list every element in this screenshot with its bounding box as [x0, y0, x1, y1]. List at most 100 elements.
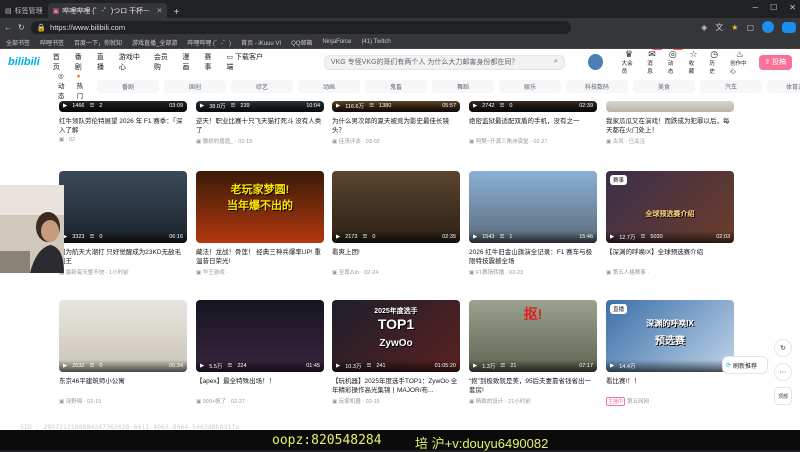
- category-dynamic[interactable]: ◎ 动态: [58, 72, 65, 100]
- video-meta[interactable]: ▣ · 02: [59, 137, 187, 143]
- header-icon-2[interactable]: ◎动态99+: [668, 49, 684, 75]
- header-icon-0[interactable]: ♛ 大会员: [622, 49, 637, 75]
- video-meta[interactable]: ▣ 玩家机器 · 02-15: [332, 397, 460, 405]
- header-icon-5[interactable]: ♨ 创作中心: [730, 49, 749, 75]
- video-thumbnail[interactable]: ▶ 1543 ☰ 1 15:46: [469, 171, 597, 243]
- header-icon-1[interactable]: ✉消息99+: [647, 49, 663, 75]
- video-card[interactable]: ▶ 10.3万 ☰ 241 01:05:20 2025年度选手 TOP1 ZywOo 【玩机器】…: [332, 300, 460, 405]
- video-thumbnail[interactable]: ▶ 10.3万 ☰ 241 01:05:20 2025年度选手 TOP1 ZywOo: [332, 300, 460, 372]
- extension-icon[interactable]: ◈: [701, 23, 707, 32]
- header-icon-3[interactable]: ☆ 收藏: [689, 49, 699, 75]
- category-chip[interactable]: 舞蹈: [432, 79, 494, 93]
- video-meta[interactable]: ▣ 撒娇的盾盾_ · 02-15: [196, 137, 324, 145]
- video-meta[interactable]: ▣ 古风 · 已关注: [606, 137, 734, 145]
- video-card[interactable]: ▶ 1.3万 ☰ 21 07:17 抠! “抠”到极致就是美，95后夫妻靠省钱省出一套房! ▣…: [469, 300, 597, 405]
- upload-button[interactable]: ⇪ 投稿: [758, 54, 792, 70]
- video-card[interactable]: ▶ 2032 ☰ 0 06:34 东京46平建筑师小公寓 ▣ 泽野嗨 · 02-15: [59, 300, 187, 405]
- scroll-top-button[interactable]: 顶部: [774, 387, 792, 405]
- category-chip[interactable]: 科技数码: [566, 79, 628, 93]
- close-window-icon[interactable]: ✕: [789, 3, 796, 12]
- category-chip[interactable]: 综艺: [231, 79, 293, 93]
- refresh-recommend-button[interactable]: ⟳ 刷新推荐: [722, 356, 768, 374]
- header-icon-4[interactable]: ◷ 历史: [709, 49, 719, 75]
- video-thumbnail[interactable]: 赛事 ▶ 12.7万 ☰ 5030 02:03 全球预选赛介绍: [606, 171, 734, 243]
- nav-esports[interactable]: 赛事: [204, 52, 217, 72]
- tab-tab-manager[interactable]: ▤ 标签管理: [0, 3, 48, 18]
- category-chip[interactable]: 娱乐: [499, 79, 561, 93]
- bookmark-item[interactable]: 哔哩书签: [40, 38, 64, 47]
- video-card[interactable]: ▶ 1466 ☰ 2 03:09 红牛领队劳伦特展望 2026 年 F1 赛季：「深入了解…: [59, 101, 187, 143]
- bilibili-logo[interactable]: bilibili: [8, 56, 40, 68]
- video-card[interactable]: 我家瓜瓜又在演戏！而跌成为犯罪以后，每天都在火门处上！ ▣ 古风 · 已关注: [606, 101, 734, 145]
- video-title[interactable]: “抠”到极致就是美，95后夫妻靠省钱省出一套房!: [469, 377, 597, 395]
- video-thumbnail[interactable]: ▶ 1466 ☰ 2 03:09: [59, 101, 187, 112]
- video-thumbnail[interactable]: ▶ 2032 ☰ 0 06:34: [59, 300, 187, 372]
- video-meta[interactable]: ▣ 至尊Zuh · 02-24: [332, 268, 460, 276]
- video-card[interactable]: 老玩家梦圆! 当年爆不出的藏法！龙战！骨莲！ 经典三神兵爆率UP! 重温昔日荣光!…: [196, 171, 324, 276]
- video-meta[interactable]: ▣ 泽野嗨 · 02-15: [59, 397, 187, 405]
- video-meta[interactable]: ▣ 阿樊~开源三角洲演堂 · 02-27: [469, 137, 597, 145]
- video-card[interactable]: ▶ 116.6万 ☰ 1380 05:57 为什么男次郎的夏天被竞为影史最佳长镜头？ ▣ 佳…: [332, 101, 460, 145]
- nav-home[interactable]: 首页: [53, 52, 66, 72]
- video-title[interactable]: 红牛领队劳伦特展望 2026 年 F1 赛季：「深入了解: [59, 117, 187, 135]
- category-chip[interactable]: 国创: [164, 79, 226, 93]
- maximize-icon[interactable]: ☐: [770, 3, 777, 12]
- avatar[interactable]: [587, 54, 603, 70]
- nav-mall[interactable]: 会员购: [154, 52, 174, 72]
- video-title[interactable]: 绝密监狱最适配双盾的手机，没有之一: [469, 117, 597, 135]
- video-title[interactable]: 逆天！职业比赛十只飞天猫打死斗 没有人类了: [196, 117, 324, 135]
- video-card[interactable]: 赛事 ▶ 12.7万 ☰ 5030 02:03 全球预选赛介绍【深渊的呼唤IX】全球预选赛介…: [606, 171, 734, 276]
- new-tab-button[interactable]: +: [167, 7, 185, 18]
- category-chip[interactable]: 动画: [298, 79, 360, 93]
- tab-bilibili[interactable]: ▣ 哔哩哔哩 (゜-゜)つロ 干杯~- ✕: [47, 3, 168, 18]
- video-meta[interactable]: ▣ 华王游戏 ·: [196, 268, 324, 276]
- bookmark-star-icon[interactable]: ★: [731, 23, 738, 32]
- video-thumbnail[interactable]: 老玩家梦圆! 当年爆不出的: [196, 171, 324, 243]
- video-thumbnail[interactable]: ▶ 2742 ☰ 0 02:39: [469, 101, 597, 112]
- video-card[interactable]: ▶ 38.0万 ☰ 239 10:04 逆天！职业比赛十只飞天猫打死斗 没有人类了 ▣ 撒娇…: [196, 101, 324, 145]
- nav-bangumi[interactable]: 番剧: [75, 52, 88, 72]
- video-meta[interactable]: ▣ 精致的设计 · 21小时前: [469, 397, 597, 405]
- video-thumbnail[interactable]: ▶ 2173 ☰ 0 02:35: [332, 171, 460, 243]
- video-title[interactable]: 看比赛!！！: [606, 377, 734, 395]
- search-input[interactable]: VKG 专怪VKG的哥们有两个人 为什么大力邮害身份都在同？ ⌕: [323, 54, 565, 70]
- category-chip[interactable]: 体育运动: [767, 79, 800, 93]
- bookmark-item[interactable]: 游戏直播_全部游: [132, 38, 177, 47]
- bookmark-item[interactable]: NinjaForce: [322, 39, 351, 45]
- video-thumbnail[interactable]: ▶ 38.0万 ☰ 239 10:04: [196, 101, 324, 112]
- bookmark-item[interactable]: 哔哩哔哩 (゜-゜): [187, 38, 231, 47]
- video-meta[interactable]: ▣ F1赛场转播 · 02-23: [469, 268, 597, 276]
- minimize-icon[interactable]: ─: [752, 3, 758, 12]
- bookmark-item[interactable]: 首页 - iKuuu VI: [241, 38, 281, 47]
- copilot-icon[interactable]: [782, 21, 796, 33]
- nav-game[interactable]: 游戏中心: [119, 52, 145, 72]
- video-title[interactable]: 因为航天大潮打 只好觉醒成为23KD无敌毛刷王: [59, 248, 187, 266]
- translate-icon[interactable]: 文: [715, 22, 723, 33]
- bookmark-item[interactable]: QQ邮箱: [291, 38, 312, 47]
- video-meta[interactable]: ▣ 最新每天整不快 · 1小时前: [59, 268, 187, 276]
- close-icon[interactable]: ✕: [157, 7, 163, 15]
- category-chip[interactable]: 美食: [633, 79, 695, 93]
- nav-live[interactable]: 直播: [97, 52, 110, 72]
- video-card[interactable]: ▶ 5.5万 ☰ 224 01:45 【apex】最全特殊出场！！ ▣ 999+帆了 · 0…: [196, 300, 324, 405]
- category-hot[interactable]: ● 热门: [77, 73, 84, 100]
- collections-icon[interactable]: ▢: [746, 23, 754, 32]
- profile-icon[interactable]: [762, 21, 774, 33]
- video-meta[interactable]: ▣ 佳茂评谈 · 03-02: [332, 137, 460, 145]
- video-thumbnail[interactable]: ▶ 116.6万 ☰ 1380 05:57: [332, 101, 460, 112]
- video-card[interactable]: ▶ 1543 ☰ 1 15:46 2026 红牛旧金山旗演全记录：F1 赛车与极限特技震撼…: [469, 171, 597, 276]
- video-title[interactable]: 藏法！龙战！骨莲！ 经典三神兵爆率UP! 重温昔日荣光!: [196, 248, 324, 266]
- bookmark-item[interactable]: (41) Twitch: [361, 39, 390, 45]
- category-chip[interactable]: 鬼畜: [365, 79, 427, 93]
- video-meta[interactable]: 主播中 第五网网 ·: [606, 397, 734, 406]
- video-card[interactable]: ▶ 3323 ☰ 0 06:16 因为航天大潮打 只好觉醒成为23KD无敌毛刷王 ▣ 最新每…: [59, 171, 187, 276]
- refresh-feed-icon[interactable]: ↻: [774, 339, 792, 357]
- refresh-icon[interactable]: ↻: [18, 23, 25, 32]
- url-field[interactable]: 🔒 https://www.bilibili.com: [30, 20, 571, 34]
- video-title[interactable]: 东京46平建筑师小公寓: [59, 377, 187, 395]
- bookmark-item[interactable]: 全部书签: [6, 38, 30, 47]
- video-thumbnail[interactable]: ▶ 5.5万 ☰ 224 01:45: [196, 300, 324, 372]
- video-meta[interactable]: ▣ 999+帆了 · 02-27: [196, 397, 324, 405]
- video-card[interactable]: ▶ 2173 ☰ 0 02:35 看爽上团! ▣ 至尊Zuh · 02-24: [332, 171, 460, 276]
- video-title[interactable]: 【深渊的呼唤IX】全球预选赛介绍: [606, 248, 734, 266]
